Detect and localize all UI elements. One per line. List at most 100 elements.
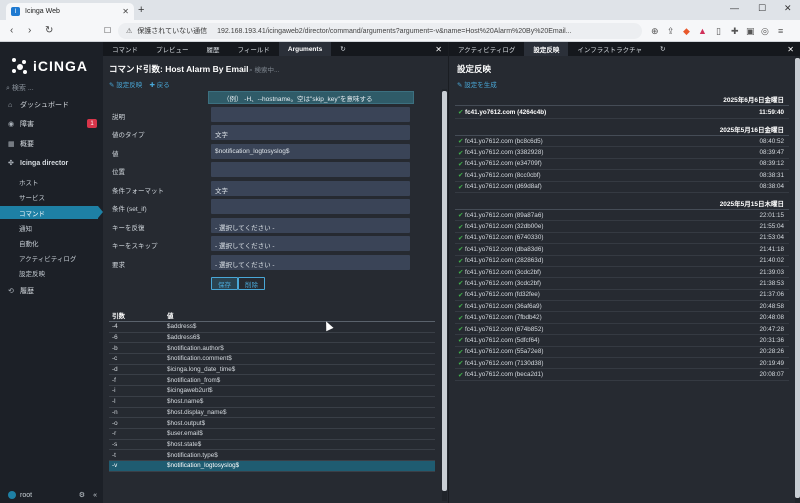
sidebar-sub-automation[interactable]: 自動化 — [0, 236, 103, 249]
tab-arguments[interactable]: Arguments — [278, 42, 332, 56]
sidebar-item-history[interactable]: ⟲ 履歴 — [0, 284, 103, 298]
condition-format-select[interactable]: 文字 — [211, 181, 410, 196]
set-if-field[interactable] — [211, 199, 410, 214]
close-window-icon[interactable]: ✕ — [784, 3, 792, 14]
table-row[interactable]: -6 $address6$ — [109, 333, 435, 344]
sidebar-sub-notifications[interactable]: 通知 — [0, 221, 103, 234]
wallet-icon[interactable]: ▣ — [746, 26, 755, 37]
render-config-link[interactable]: ✎ 設定を生成 — [457, 79, 497, 89]
tab-preview[interactable]: プレビュー — [147, 42, 198, 56]
table-row[interactable]: -d $icinga.long_date_time$ — [109, 365, 435, 376]
sidebar-sub-commands[interactable]: コマンド — [0, 206, 103, 219]
list-item[interactable]: ✔ fc41.yo7612.com (bc8c6d5) 08:40:52 — [455, 136, 789, 148]
back-link[interactable]: ✚ 戻る — [150, 82, 170, 89]
table-row[interactable]: -t $notification.type$ — [109, 450, 435, 461]
list-item[interactable]: ✔ fc41.yo7612.com (3cdc2bf) 21:39:03 — [455, 267, 789, 279]
tab-infrastructure[interactable]: インフラストラクチャ — [568, 42, 651, 56]
table-row[interactable]: -o $host.output$ — [109, 418, 435, 429]
tab-command[interactable]: コマンド — [103, 42, 147, 56]
table-row[interactable]: -r $user.email$ — [109, 429, 435, 440]
share-icon[interactable]: ⇪ — [667, 26, 675, 37]
back-icon[interactable]: ‹ — [10, 25, 13, 36]
vpn-icon[interactable]: ◎ — [761, 26, 769, 37]
tab-deploy[interactable]: 設定反映 — [524, 42, 569, 56]
list-item[interactable]: ✔ fc41.yo7612.com (beca2d1) 20:08:07 — [455, 369, 789, 381]
sidebar-item-dashboard[interactable]: ⌂ ダッシュボード — [0, 98, 103, 112]
tab-activity-log[interactable]: アクティビティログ — [449, 42, 524, 56]
sidebar-item-problems[interactable]: ◉ 障害 1 — [0, 117, 103, 131]
column-header-value[interactable]: 値 — [167, 310, 435, 320]
sidebar-search-input[interactable]: ⌕ 検索 ... — [6, 83, 98, 94]
minimize-icon[interactable]: — — [730, 3, 739, 13]
close-panel-icon[interactable]: ✕ — [435, 42, 448, 56]
list-item[interactable]: ✔ fc41.yo7612.com (89a87a6) 22:01:15 — [455, 210, 789, 222]
sidebar-sub-hosts[interactable]: ホスト — [0, 175, 103, 188]
maximize-icon[interactable]: ☐ — [758, 3, 766, 14]
icinga-logo[interactable]: iCINGA — [12, 58, 88, 74]
position-field[interactable] — [211, 162, 410, 177]
table-row[interactable]: -4 $address$ — [109, 322, 435, 333]
list-item[interactable]: ✔ fc41.yo7612.com (55a72e8) 20:28:26 — [455, 347, 789, 359]
list-item[interactable]: ✔ fc41.yo7612.com (5dfcf64) 20:31:36 — [455, 335, 789, 347]
list-item[interactable]: ✔ fc41.yo7612.com (7130d38) 20:19:49 — [455, 358, 789, 370]
table-row[interactable]: -v $notification_logtosyslog$ — [109, 460, 435, 472]
list-item[interactable]: ✔ fc41.yo7612.com (e34709f) 08:39:12 — [455, 159, 789, 171]
sidebar-item-overview[interactable]: ▦ 概要 — [0, 137, 103, 151]
url-field[interactable]: ⚠ 保護されていない通信 192.168.193.41/icingaweb2/d… — [118, 23, 642, 39]
right-scrollbar[interactable] — [795, 56, 800, 503]
bookmark-icon[interactable]: ☐ — [104, 26, 111, 35]
tab-history[interactable]: 履歴 — [198, 42, 229, 56]
list-item[interactable]: ✔ fc41.yo7612.com (32db00e) 21:55:04 — [455, 221, 789, 233]
list-item[interactable]: ✔ fc41.yo7612.com (282863d) 21:40:02 — [455, 256, 789, 267]
skip-key-select[interactable]: - 選択してください - — [211, 236, 410, 251]
extensions-icon[interactable]: ✚ — [731, 26, 739, 37]
reload-icon[interactable]: ↻ — [45, 25, 53, 36]
list-item[interactable]: ✔ fc41.yo7612.com (3382928) 08:39:47 — [455, 147, 789, 159]
required-select[interactable]: - 選択してください - — [211, 255, 410, 270]
table-row[interactable]: -f $notification_from$ — [109, 375, 435, 387]
list-item[interactable]: ✔ fc41.yo7612.com (d69d8af) 08:38:04 — [455, 182, 789, 193]
gear-icon[interactable]: ⚙ — [79, 491, 85, 499]
scrollbar-thumb[interactable] — [795, 58, 800, 498]
list-item[interactable]: ✔ fc41.yo7612.com (4264c4b) 11:59:40 — [455, 106, 789, 119]
list-item[interactable]: ✔ fc41.yo7612.com (7fbdb42) 20:48:08 — [455, 312, 789, 324]
table-row[interactable]: -c $notification.comment$ — [109, 354, 435, 365]
repeat-key-select[interactable]: - 選択してください - — [211, 218, 410, 233]
sidebar-sub-deploy[interactable]: 設定反映 — [0, 266, 103, 279]
table-row[interactable]: -s $host.state$ — [109, 440, 435, 451]
sidebar-toggle-icon[interactable]: ▯ — [716, 26, 721, 37]
list-item[interactable]: ✔ fc41.yo7612.com (36af6a9) 20:48:58 — [455, 301, 789, 313]
list-item[interactable]: ✔ fc41.yo7612.com (dba83d6) 21:41:18 — [455, 244, 789, 256]
table-row[interactable]: -i $icingaweb2url$ — [109, 386, 435, 397]
value-field[interactable]: $notification_logtosyslog$ — [211, 144, 410, 159]
close-panel-icon[interactable]: ✕ — [787, 42, 800, 56]
tab-fields[interactable]: フィールド — [229, 42, 279, 56]
rewards-icon[interactable]: ▲ — [698, 26, 707, 36]
table-row[interactable]: -n $host.display_name$ — [109, 408, 435, 419]
list-item[interactable]: ✔ fc41.yo7612.com (fd32fee) 21:37:06 — [455, 290, 789, 302]
zoom-icon[interactable]: ⊕ — [651, 26, 659, 37]
refresh-icon[interactable]: ↻ — [651, 42, 674, 56]
description-field[interactable] — [211, 107, 410, 122]
delete-button[interactable]: 削除 — [238, 277, 265, 290]
scrollbar-thumb[interactable] — [442, 91, 447, 491]
list-item[interactable]: ✔ fc41.yo7612.com (3cdc2bf) 21:38:53 — [455, 278, 789, 290]
forward-icon[interactable]: › — [28, 25, 31, 36]
close-tab-icon[interactable]: ✕ — [122, 7, 129, 16]
new-tab-icon[interactable]: + — [138, 4, 144, 16]
sidebar-item-director[interactable]: ✤ Icinga director — [0, 156, 103, 170]
avatar[interactable] — [8, 491, 16, 499]
menu-icon[interactable]: ≡ — [778, 26, 783, 36]
sidebar-sub-services[interactable]: サービス — [0, 190, 103, 203]
panel-search-input[interactable]: ⌕ 検索中... — [249, 64, 279, 75]
left-scrollbar[interactable] — [442, 89, 447, 501]
list-item[interactable]: ✔ fc41.yo7612.com (6740330) 21:53:04 — [455, 233, 789, 245]
brave-shield-icon[interactable]: ◆ — [683, 26, 690, 37]
table-row[interactable]: -b $notification.author$ — [109, 343, 435, 355]
list-item[interactable]: ✔ fc41.yo7612.com (8cc0cbf) 08:38:31 — [455, 170, 789, 182]
user-name[interactable]: root — [20, 492, 32, 499]
browser-tab[interactable]: I Icinga Web ✕ — [6, 3, 134, 20]
sidebar-sub-activity-log[interactable]: アクティビティログ — [0, 251, 103, 264]
column-header-argument[interactable]: 引数 — [109, 310, 167, 320]
table-row[interactable]: -l $host.name$ — [109, 397, 435, 408]
